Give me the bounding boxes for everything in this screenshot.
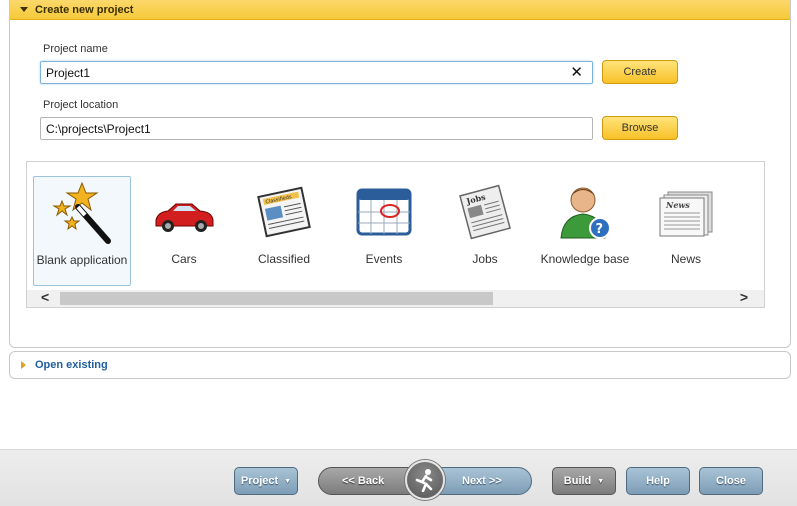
open-existing-title: Open existing bbox=[35, 359, 108, 371]
dropdown-caret-icon: ▼ bbox=[284, 477, 292, 485]
template-label: Knowledge base bbox=[540, 252, 630, 266]
scroll-right-icon[interactable]: > bbox=[740, 289, 748, 305]
template-label: Classified bbox=[257, 252, 311, 266]
template-cars[interactable]: Cars bbox=[135, 176, 233, 286]
template-jobs[interactable]: Jobs Jobs bbox=[436, 176, 534, 286]
help-user-icon: ? bbox=[560, 187, 611, 239]
project-menu-button[interactable]: Project ▼ bbox=[234, 467, 298, 495]
template-label: Blank application bbox=[36, 253, 128, 267]
template-label: Cars bbox=[171, 252, 197, 266]
running-man-icon bbox=[415, 469, 433, 492]
magic-wand-icon bbox=[52, 181, 111, 244]
calendar-icon bbox=[356, 188, 412, 236]
create-button[interactable]: Create bbox=[602, 60, 678, 84]
car-icon bbox=[155, 203, 214, 232]
template-gallery: Blank application Cars Classifieds Class… bbox=[26, 161, 765, 308]
svg-text:News: News bbox=[665, 200, 690, 210]
scrollbar-thumb[interactable] bbox=[60, 292, 493, 305]
jobs-newspaper-icon: Jobs bbox=[459, 184, 511, 240]
browse-button[interactable]: Browse bbox=[602, 116, 678, 140]
template-knowledge-base[interactable]: ? Knowledge base bbox=[536, 176, 634, 286]
news-icon: News bbox=[659, 191, 713, 237]
project-location-input[interactable]: C:\projects\Project1 bbox=[40, 117, 593, 140]
dropdown-caret-icon: ▼ bbox=[597, 477, 605, 485]
bottom-toolbar: Project ▼ << Back Next >> Build ▼ Help C… bbox=[0, 449, 797, 506]
clear-icon[interactable]: ✕ bbox=[570, 63, 583, 81]
back-button-label: << Back bbox=[342, 475, 385, 487]
project-location-value: C:\projects\Project1 bbox=[46, 122, 151, 136]
template-classified[interactable]: Classifieds Classified bbox=[235, 176, 333, 286]
svg-text:?: ? bbox=[596, 222, 604, 237]
run-button[interactable] bbox=[405, 460, 445, 500]
classified-newspaper-icon: Classifieds bbox=[257, 186, 311, 238]
project-name-value: Project1 bbox=[46, 66, 91, 80]
create-project-title: Create new project bbox=[35, 3, 134, 16]
template-blank-application[interactable]: Blank application bbox=[33, 176, 131, 286]
help-button[interactable]: Help bbox=[626, 467, 690, 495]
collapse-triangle-icon bbox=[20, 7, 28, 12]
create-project-header[interactable]: Create new project bbox=[10, 0, 790, 20]
template-label: News bbox=[670, 252, 701, 266]
build-button-label: Build bbox=[563, 475, 592, 487]
template-label: Jobs bbox=[472, 252, 498, 266]
template-label: Events bbox=[365, 252, 403, 266]
template-events[interactable]: Events bbox=[335, 176, 433, 286]
close-button[interactable]: Close bbox=[699, 467, 763, 495]
project-name-input[interactable]: Project1 ✕ bbox=[40, 61, 593, 84]
next-button-label: Next >> bbox=[462, 475, 502, 487]
scroll-left-icon[interactable]: < bbox=[41, 289, 49, 305]
template-news[interactable]: News News bbox=[637, 176, 735, 286]
horizontal-scrollbar[interactable]: < > bbox=[27, 289, 764, 307]
open-existing-panel[interactable]: Open existing bbox=[9, 351, 791, 379]
build-menu-button[interactable]: Build ▼ bbox=[552, 467, 616, 495]
project-location-label: Project location bbox=[43, 99, 119, 111]
project-name-label: Project name bbox=[43, 43, 108, 55]
expand-triangle-icon bbox=[21, 361, 26, 369]
project-button-label: Project bbox=[240, 475, 279, 487]
